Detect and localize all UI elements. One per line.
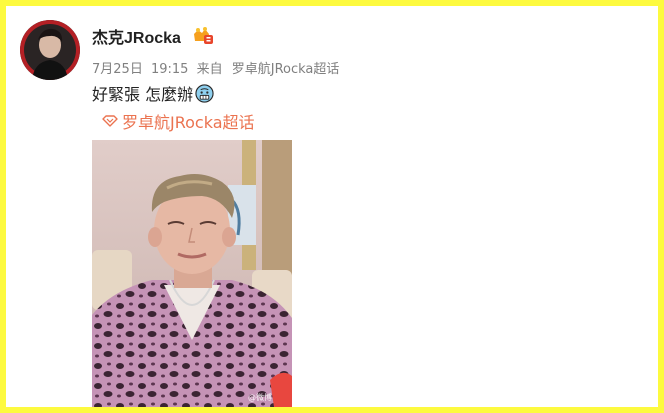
photo-image xyxy=(92,140,292,407)
post-photo[interactable]: @微博 xyxy=(92,140,292,407)
post-date[interactable]: 7月25日 xyxy=(92,62,143,77)
post-card: 杰克JRocka 7月25日 19:15 来自 罗卓航JRocka超话 好緊張 … xyxy=(0,0,664,413)
super-topic-label: 罗卓航JRocka超话 xyxy=(122,113,255,132)
post-time[interactable]: 19:15 xyxy=(151,62,188,77)
cold-sweat-face-icon xyxy=(195,83,214,103)
photo-watermark: @微博 xyxy=(248,393,272,402)
post-text-content: 好緊張 怎麼辦 xyxy=(92,85,194,104)
super-topic-diamond-icon xyxy=(102,115,118,127)
source-label: 来自 xyxy=(196,62,223,77)
avatar[interactable] xyxy=(20,20,80,80)
author-name[interactable]: 杰克JRocka xyxy=(92,24,181,48)
vip-crown-badge-icon[interactable] xyxy=(191,26,215,46)
post-text: 好緊張 怎麼辦 xyxy=(92,81,214,105)
source-link[interactable]: 罗卓航JRocka超话 xyxy=(232,62,340,77)
super-topic-link[interactable]: 罗卓航JRocka超话 xyxy=(102,109,255,133)
post-meta: 7月25日 19:15 来自 罗卓航JRocka超话 xyxy=(92,58,343,77)
avatar-image xyxy=(20,20,80,80)
